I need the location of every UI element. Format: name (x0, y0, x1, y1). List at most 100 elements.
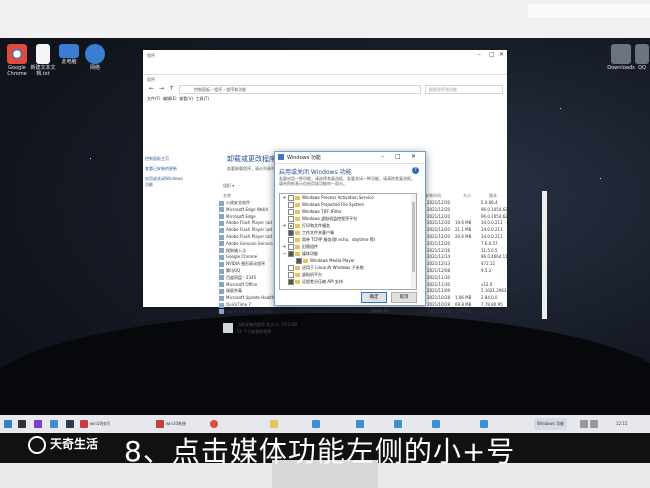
feature-item[interactable]: Windows 虚拟机监控程序平台 (282, 216, 357, 223)
expand-toggle[interactable]: + (282, 195, 287, 201)
maximize-button[interactable]: □ (489, 51, 495, 58)
minimize-button[interactable]: – (478, 51, 481, 58)
program-size: 21.1 MB (455, 227, 472, 233)
feature-checkbox[interactable] (288, 195, 294, 201)
nav-view-updates[interactable]: 查看已安装的更新 (145, 166, 185, 172)
taskbar-item-win10-system[interactable]: win10系统 (156, 418, 186, 430)
feature-item[interactable]: + Windows Process Activation Service (282, 195, 374, 202)
feature-item[interactable]: 远程差分压缩 API 支持 (282, 279, 343, 286)
breadcrumb: 控制面板 › 程序 › 程序和功能 (194, 87, 247, 92)
program-list-scrollbar[interactable] (542, 191, 547, 319)
dialog-minimize-button[interactable]: – (381, 153, 384, 160)
column-name[interactable]: 名称 (223, 193, 231, 199)
desktop-icon-label: QQ (638, 65, 646, 71)
up-icon[interactable]: ↑ (169, 85, 174, 92)
feature-checkbox[interactable] (288, 223, 294, 229)
taskbar-app[interactable] (34, 418, 44, 430)
feature-tree[interactable]: + Windows Process Activation Service Windo… (279, 193, 417, 290)
program-version: v12.0 (481, 281, 493, 287)
taskbar-item-folder[interactable] (270, 418, 280, 430)
column-size[interactable]: 大小 (463, 193, 471, 199)
program-size: 19.6 MB (455, 220, 472, 226)
organize-button[interactable]: 组织 ▾ (223, 183, 234, 188)
taskbar-app[interactable] (18, 418, 28, 430)
table-row[interactable]: Apple Software Update 2021/10/28 4.04 MB 2.… (219, 309, 500, 316)
taskbar-item-app[interactable] (356, 418, 366, 430)
feature-tree-scrollbar[interactable] (411, 194, 416, 289)
dialog-titlebar[interactable]: Windows 功能 – □ ✕ (275, 152, 425, 164)
top-search-field[interactable] (528, 4, 650, 18)
menu-tools[interactable]: 工具(T) (196, 96, 210, 101)
feature-item[interactable]: 简单 TCPIP 服务(即 echo、daytime 等) (282, 237, 375, 244)
feature-checkbox[interactable] (288, 272, 294, 278)
taskbar-item-chrome[interactable] (210, 418, 220, 430)
feature-checkbox[interactable] (288, 216, 294, 222)
feature-item[interactable]: Windows TIFF IFilter (282, 209, 342, 216)
star (90, 158, 91, 159)
taskbar-item-windows-features[interactable]: Windows 功能 (534, 418, 568, 430)
search-input[interactable]: 搜索程序和功能 (425, 85, 503, 94)
scrollbar-thumb[interactable] (412, 202, 415, 272)
back-icon[interactable]: ← (149, 85, 154, 92)
feature-checkbox[interactable] (288, 265, 294, 271)
feature-checkbox[interactable] (288, 202, 294, 208)
feature-item[interactable]: 工作文件夹客户端 (282, 230, 334, 237)
feature-checkbox[interactable] (296, 258, 302, 264)
dialog-close-button[interactable]: ✕ (411, 153, 416, 160)
expand-toggle[interactable]: + (282, 223, 287, 229)
clock[interactable]: 12:15 (616, 418, 628, 430)
menu-view[interactable]: 查看(V) (179, 96, 193, 101)
feature-checkbox[interactable] (288, 279, 294, 285)
programs-status-icon (223, 323, 233, 333)
feature-item[interactable]: 适用于 Linux 的 Windows 子系统 (282, 265, 364, 272)
install-date: 2021/12/20 (427, 220, 451, 226)
nav-windows-features[interactable]: 启用或关闭Windows功能 (145, 176, 185, 188)
nav-control-panel-home[interactable]: 控制面板主页 (145, 156, 185, 162)
feature-checkbox[interactable] (288, 237, 294, 243)
qq-icon (635, 44, 649, 64)
feature-item[interactable]: − 媒体功能 (282, 251, 318, 258)
taskbar-item-app[interactable] (394, 418, 404, 430)
cancel-button[interactable]: 取消 (391, 292, 417, 303)
column-version[interactable]: 版本 (489, 193, 497, 199)
feature-checkbox[interactable] (288, 209, 294, 215)
taskbar-item-app[interactable] (312, 418, 322, 430)
dialog-maximize-button[interactable]: □ (395, 153, 401, 160)
close-button[interactable]: ✕ (499, 51, 504, 58)
desktop-icon-network[interactable]: 网络 (78, 44, 112, 71)
desktop-icon-qq[interactable]: QQ (632, 44, 650, 71)
program-icon (219, 288, 224, 294)
taskbar-item-win10-tips[interactable]: win10技巧 (80, 418, 110, 430)
menu-file[interactable]: 文件(F) (147, 96, 160, 101)
help-icon[interactable]: ? (412, 167, 419, 174)
feature-checkbox[interactable] (288, 244, 294, 250)
windows-features-dialog[interactable]: Windows 功能 – □ ✕ 启用或关闭 Windows 功能 ? 若要启用… (274, 151, 426, 306)
feature-item[interactable]: + 打印和文件服务 (282, 223, 330, 230)
column-install-date[interactable]: 安装时间 (425, 193, 441, 199)
expand-toggle[interactable]: + (282, 244, 287, 250)
taskbar-item-app[interactable] (432, 418, 442, 430)
taskbar-item-app[interactable] (480, 418, 490, 430)
feature-checkbox[interactable] (288, 251, 294, 257)
folder-icon (295, 224, 300, 228)
feature-item[interactable]: 虚拟机平台 (282, 272, 322, 279)
taskbar-app[interactable] (66, 418, 76, 430)
expand-toggle[interactable]: − (282, 251, 287, 257)
forward-icon[interactable]: → (159, 85, 164, 92)
program-icon (219, 261, 224, 267)
feature-label: 旧版组件 (302, 244, 318, 249)
program-name: Adobe Genuine Service (226, 240, 273, 246)
start-button[interactable] (4, 418, 14, 430)
feature-item[interactable]: + 旧版组件 (282, 244, 318, 251)
program-icon (219, 214, 224, 220)
program-name: 火绒安全软件 (226, 200, 250, 205)
taskbar-app[interactable] (50, 418, 60, 430)
address-bar[interactable]: 控制面板 › 程序 › 程序和功能 (179, 85, 421, 94)
feature-item[interactable]: Windows Projected File System (282, 202, 364, 209)
feature-item[interactable]: Windows Media Player (290, 258, 355, 265)
menu-edit[interactable]: 编辑(E) (163, 96, 177, 101)
tray-icons[interactable] (580, 418, 600, 430)
folder-icon (295, 231, 300, 235)
ok-button[interactable]: 确定 (361, 292, 387, 303)
feature-checkbox[interactable] (288, 230, 294, 236)
